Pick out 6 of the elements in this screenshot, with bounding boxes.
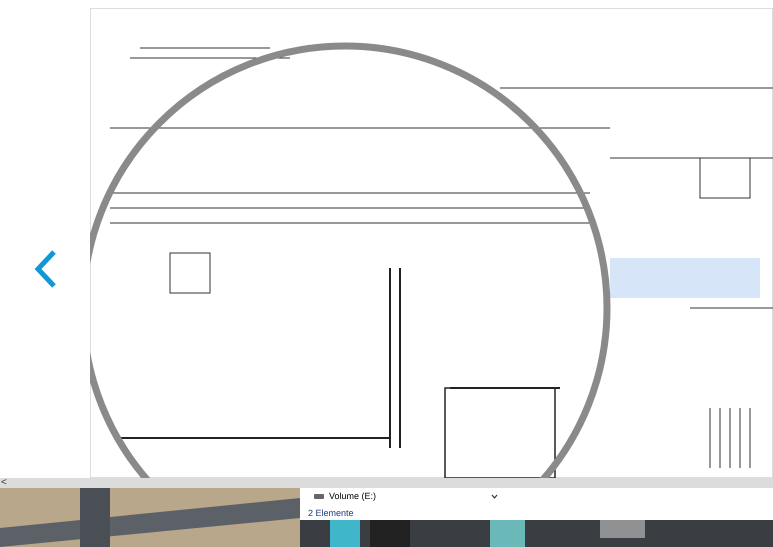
item-count: 2 Elemente (308, 506, 355, 520)
chevron-left-icon[interactable] (32, 249, 58, 289)
scroll-left-arrow[interactable]: < (0, 478, 7, 488)
drive-label[interactable]: Volume (E:) (329, 490, 376, 504)
drive-icon (314, 494, 324, 500)
caret-icon[interactable] (491, 494, 498, 500)
